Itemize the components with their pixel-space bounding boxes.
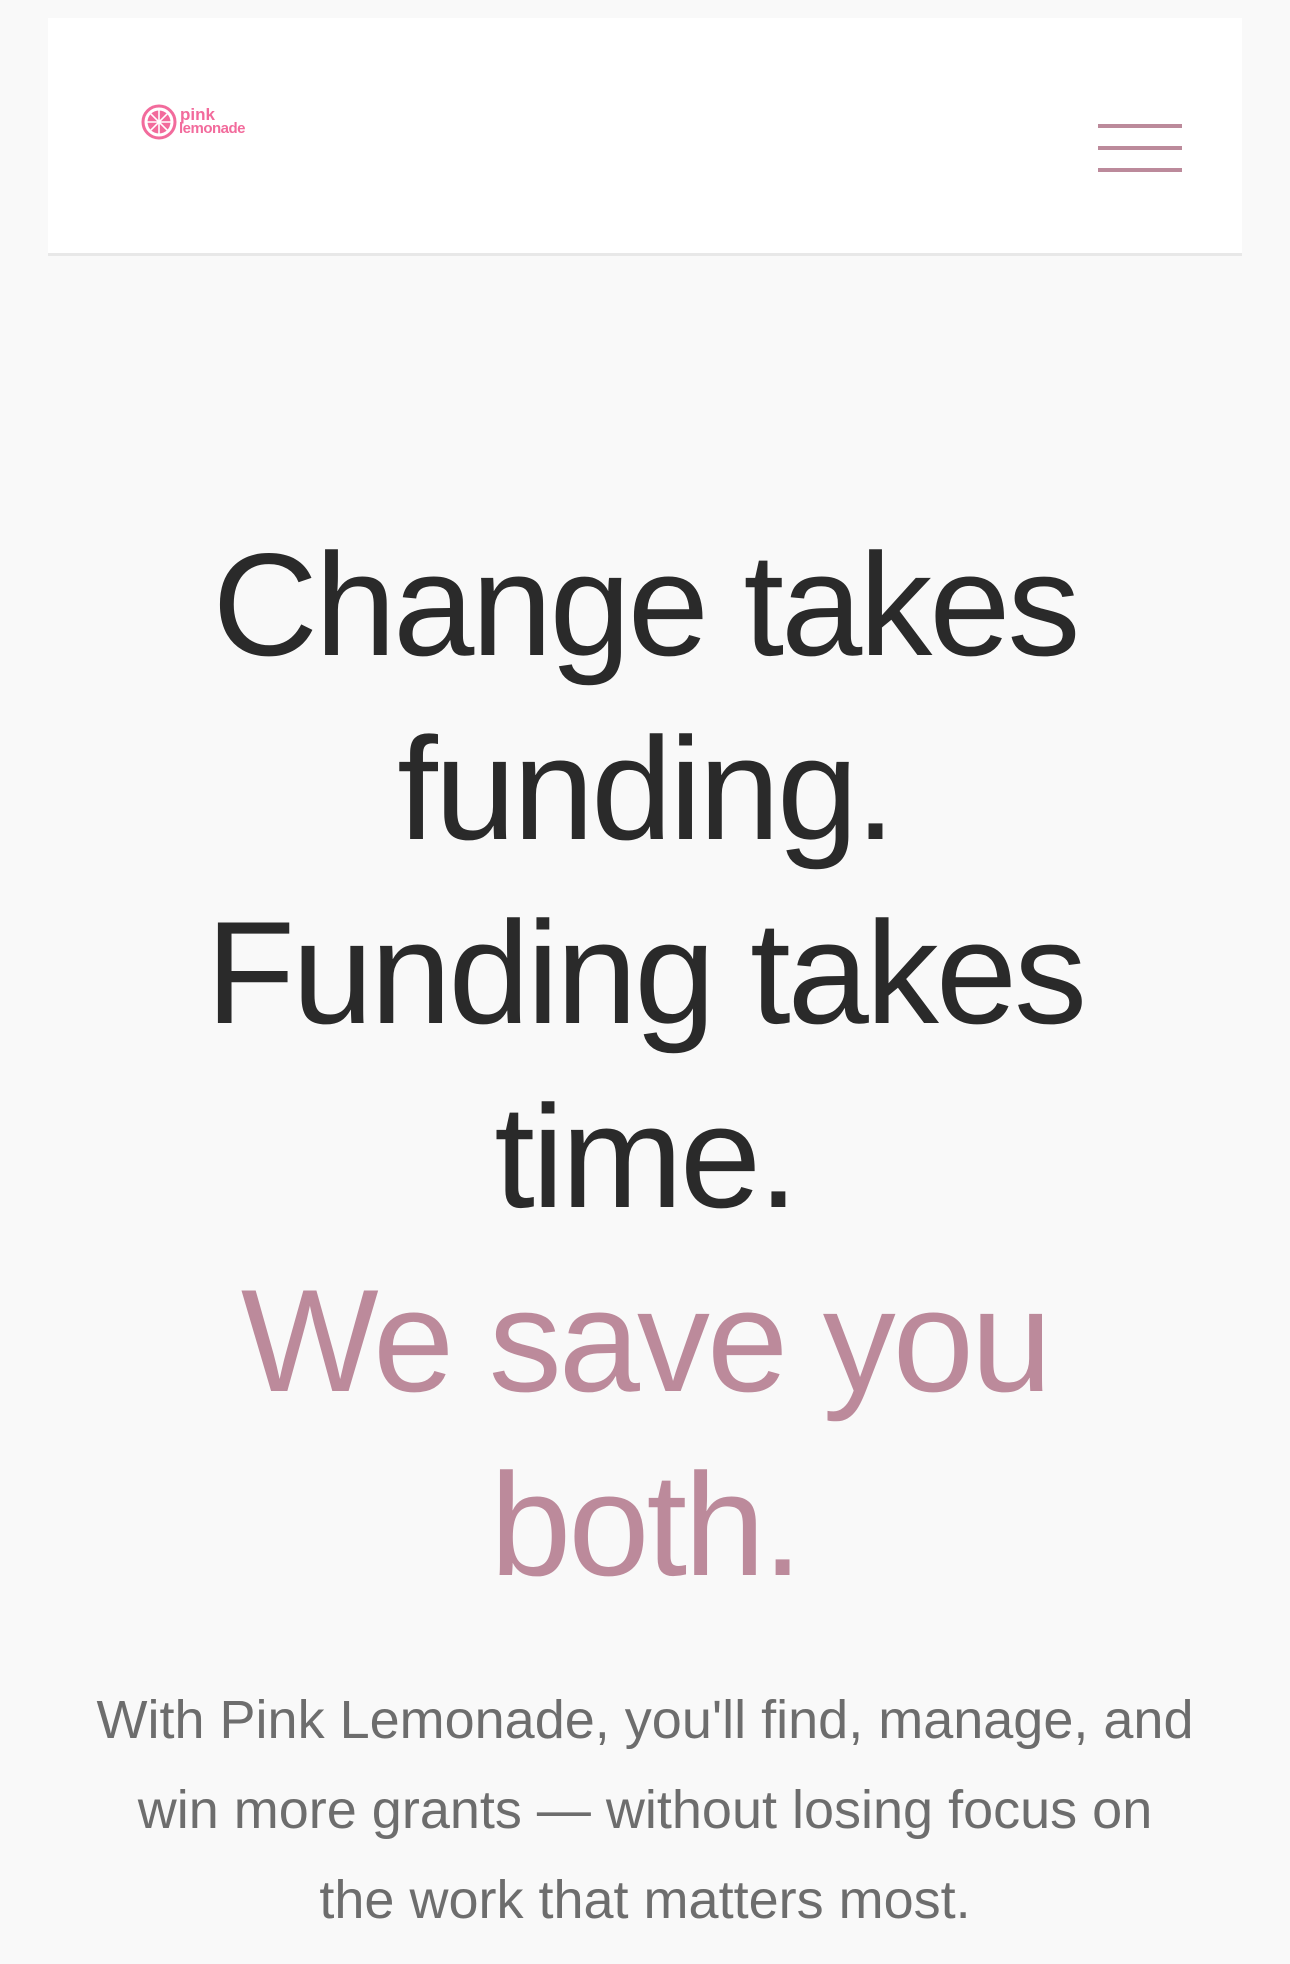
- logo-word-lemonade: lemonade: [179, 120, 246, 137]
- lemon-slice-icon: [141, 104, 177, 140]
- headline-line: funding.: [397, 707, 896, 870]
- hero-headline: Change takes funding. Funding takes time…: [0, 513, 1290, 1617]
- headline-accent-line: both.: [490, 1443, 803, 1606]
- site-header: pink lemonade: [48, 18, 1242, 256]
- headline-accent-line: We save you: [240, 1259, 1052, 1422]
- menu-bar-bottom: [1098, 168, 1182, 172]
- logo-link[interactable]: pink lemonade: [141, 104, 246, 140]
- hero-subtitle: With Pink Lemonade, you'll find, manage,…: [96, 1690, 1194, 1930]
- headline-line: Funding takes: [205, 891, 1087, 1054]
- menu-bar-top: [1098, 124, 1182, 128]
- hamburger-menu-icon[interactable]: [1098, 104, 1184, 188]
- hero-section: Change takes funding. Funding takes time…: [0, 513, 1290, 1617]
- headline-line: time.: [494, 1075, 798, 1238]
- headline-line: Change takes: [212, 523, 1081, 686]
- logo-wordmark: pink lemonade: [179, 106, 246, 137]
- menu-bar-middle: [1098, 146, 1182, 150]
